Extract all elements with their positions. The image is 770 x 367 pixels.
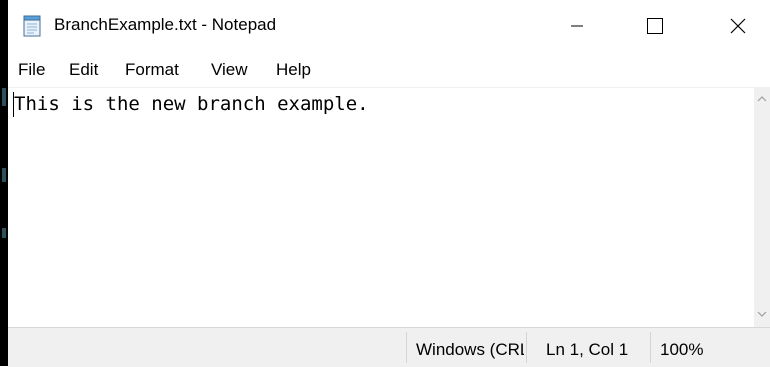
menu-file[interactable]: File [18, 60, 45, 80]
menu-edit[interactable]: Edit [69, 60, 98, 80]
status-position: Ln 1, Col 1 [546, 340, 629, 359]
close-button[interactable] [715, 0, 761, 52]
notepad-window: BranchExample.txt - Notepad File Edit Fo… [8, 0, 770, 367]
menu-bar: File Edit Format View Help [8, 56, 770, 84]
maximize-icon [647, 18, 663, 34]
status-zoom: 100% [660, 340, 704, 359]
vertical-scrollbar[interactable] [754, 87, 770, 327]
menu-format[interactable]: Format [125, 60, 179, 80]
menu-view[interactable]: View [211, 60, 248, 80]
status-encoding: Windows (CRLF) [416, 340, 524, 359]
menu-help[interactable]: Help [276, 60, 311, 80]
scroll-up-icon[interactable] [757, 94, 767, 104]
background-desktop-edge [0, 0, 8, 366]
status-separator [406, 332, 407, 363]
close-icon [730, 18, 746, 34]
text-editor[interactable]: This is the new branch example. [8, 87, 754, 328]
editor-content[interactable]: This is the new branch example. [14, 93, 369, 115]
minimize-icon [571, 25, 583, 27]
maximize-button[interactable] [632, 0, 678, 52]
title-bar[interactable]: BranchExample.txt - Notepad [8, 0, 770, 52]
window-title: BranchExample.txt - Notepad [54, 15, 277, 34]
notepad-icon [23, 15, 41, 37]
status-separator [526, 332, 527, 363]
status-bar: Windows (CRLF) Ln 1, Col 1 100% [8, 327, 770, 367]
minimize-button[interactable] [554, 0, 600, 52]
status-separator [650, 332, 651, 363]
scroll-down-icon[interactable] [757, 309, 767, 319]
